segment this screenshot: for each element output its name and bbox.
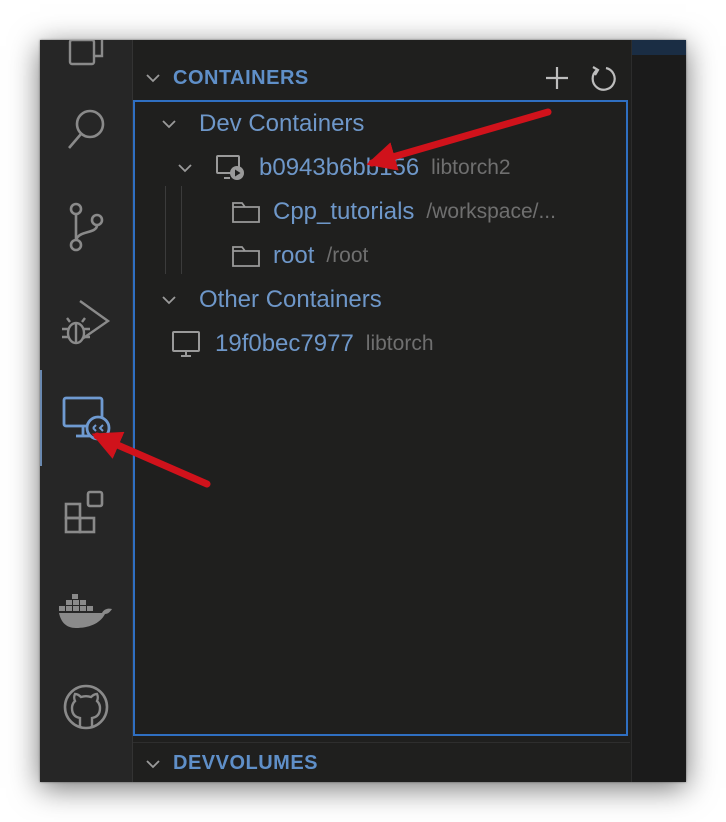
source-control-icon[interactable] xyxy=(40,200,132,254)
folder-path: /workspace/... xyxy=(426,200,556,223)
running-container-icon xyxy=(216,155,244,180)
tree-item-folder[interactable]: Cpp_tutorials /workspace/... xyxy=(135,190,626,234)
container-image: libtorch xyxy=(365,332,434,355)
folder-icon xyxy=(232,246,260,267)
group-label: Dev Containers xyxy=(199,110,365,137)
section-title: CONTAINERS xyxy=(173,66,309,89)
refresh-icon[interactable] xyxy=(588,64,616,92)
search-icon[interactable] xyxy=(40,104,132,154)
containers-tree[interactable]: Dev Containers b0943b6bb156 libtorch2 Cp… xyxy=(133,100,628,736)
container-name: b0943b6bb156 xyxy=(259,154,420,181)
docker-icon[interactable] xyxy=(40,588,132,632)
containers-section-header[interactable]: CONTAINERS xyxy=(133,58,630,98)
chevron-down-icon xyxy=(162,120,176,129)
monitor-icon xyxy=(172,331,200,357)
add-icon[interactable] xyxy=(544,65,570,91)
folder-icon xyxy=(232,202,260,223)
folder-name: root xyxy=(273,242,315,269)
chevron-down-icon xyxy=(162,296,176,305)
tree-group-dev-containers[interactable]: Dev Containers xyxy=(135,102,626,146)
explorer-icon[interactable] xyxy=(40,40,132,74)
folder-path: /root xyxy=(326,244,369,267)
container-image: libtorch2 xyxy=(431,156,511,179)
section-title: DEVVOLUMES xyxy=(173,751,319,774)
chevron-down-icon xyxy=(178,164,192,173)
extensions-icon[interactable] xyxy=(40,488,132,542)
container-name: 19f0bec7977 xyxy=(215,330,354,357)
devvolumes-section-header[interactable]: DEVVOLUMES xyxy=(133,742,630,782)
tree-item-container[interactable]: b0943b6bb156 libtorch2 xyxy=(135,146,626,190)
editor-tab-strip xyxy=(632,40,686,55)
group-label: Other Containers xyxy=(199,286,382,313)
github-icon[interactable] xyxy=(40,682,132,732)
tree-item-folder[interactable]: root /root xyxy=(135,234,626,278)
chevron-down-icon xyxy=(146,74,160,83)
vscode-window: CONTAINERS Dev Containers b0943b6bb156 l… xyxy=(40,40,686,782)
tree-item-container[interactable]: 19f0bec7977 libtorch xyxy=(135,322,626,366)
section-actions xyxy=(544,58,616,98)
tree-group-other-containers[interactable]: Other Containers xyxy=(135,278,626,322)
run-debug-icon[interactable] xyxy=(40,295,132,351)
folder-name: Cpp_tutorials xyxy=(273,198,415,225)
sidebar: CONTAINERS Dev Containers b0943b6bb156 l… xyxy=(133,40,630,782)
chevron-down-icon xyxy=(146,760,160,769)
activity-bar xyxy=(40,40,133,782)
remote-explorer-icon[interactable] xyxy=(40,392,132,444)
editor-area xyxy=(631,40,686,782)
